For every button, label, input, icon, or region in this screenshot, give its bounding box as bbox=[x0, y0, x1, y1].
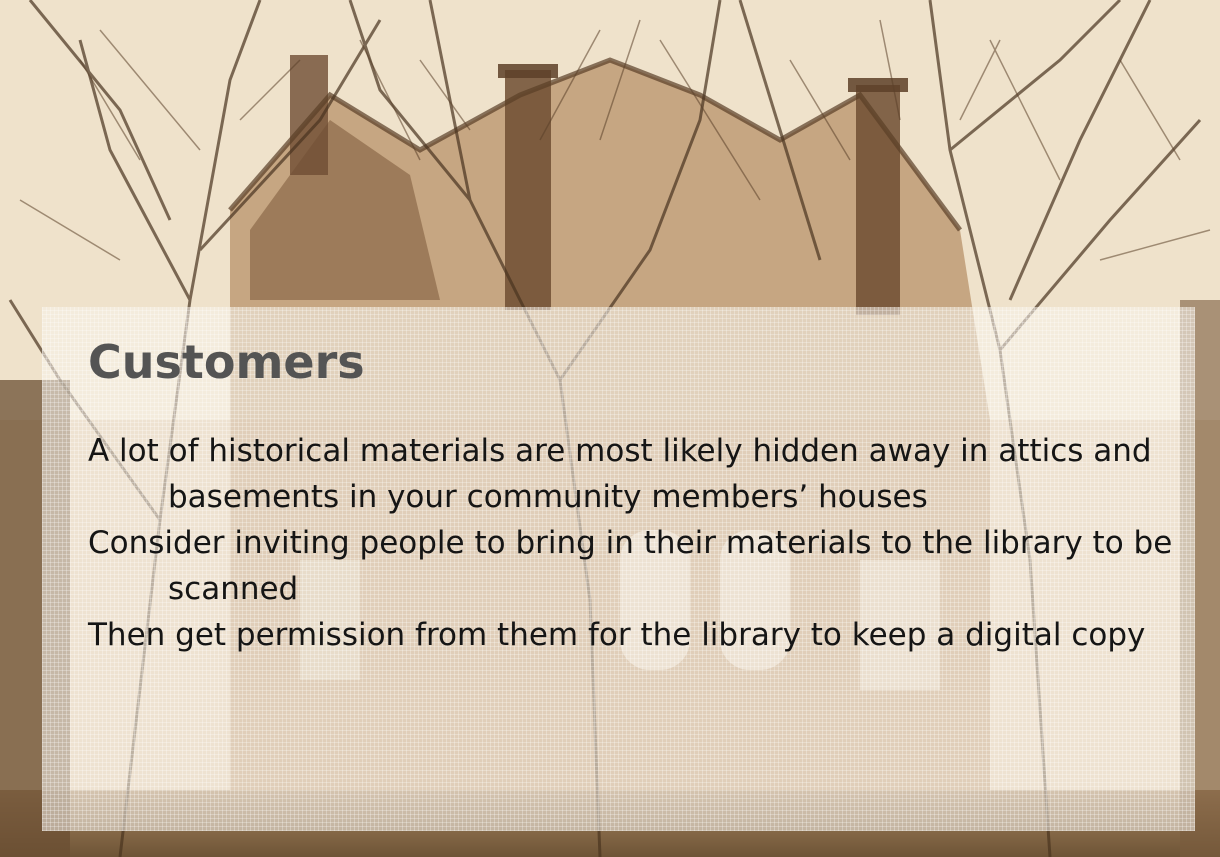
slide-title: Customers bbox=[88, 335, 365, 389]
bullet-item: A lot of historical materials are most l… bbox=[88, 433, 1152, 515]
slide: Customers A lot of historical materials … bbox=[0, 0, 1220, 857]
bullet-list: A lot of historical materials are most l… bbox=[88, 428, 1188, 658]
bullet-item: Then get permission from them for the li… bbox=[88, 617, 1146, 653]
bullet-item: Consider inviting people to bring in the… bbox=[88, 525, 1173, 607]
